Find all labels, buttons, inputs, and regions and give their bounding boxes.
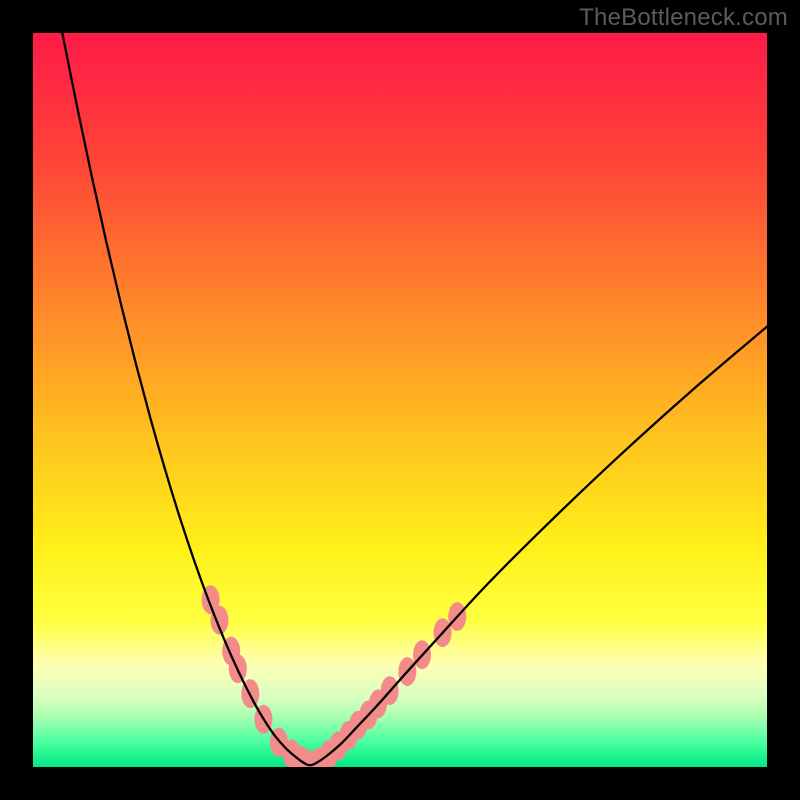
gradient-background	[33, 33, 767, 767]
watermark-text: TheBottleneck.com	[579, 4, 788, 32]
plot-area	[33, 33, 767, 767]
chart-frame: TheBottleneck.com	[0, 0, 800, 800]
chart-svg	[33, 33, 767, 767]
